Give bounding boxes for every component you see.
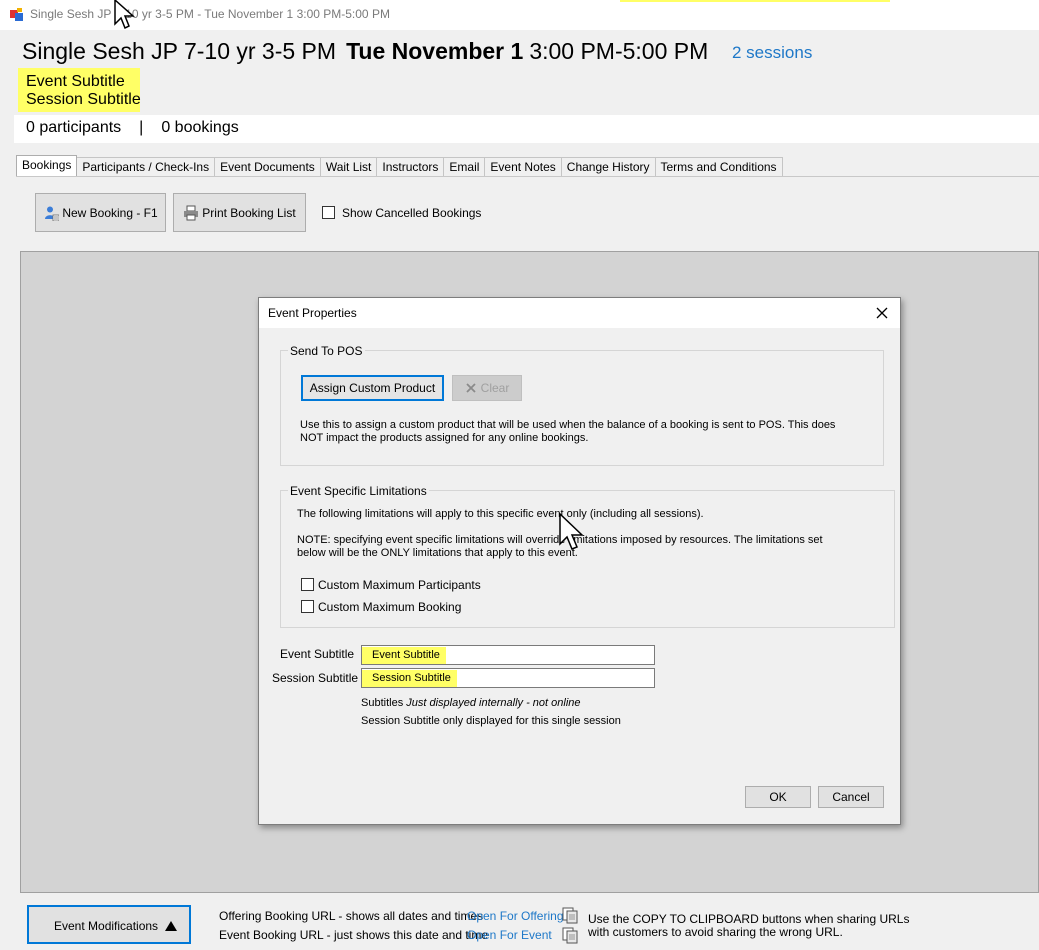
custom-max-booking-label: Custom Maximum Booking	[318, 600, 462, 614]
tab-participants[interactable]: Participants / Check-Ins	[76, 157, 216, 176]
offering-url-label: Offering Booking URL - shows all dates a…	[219, 909, 484, 923]
open-for-offering-link[interactable]: Open For Offering	[467, 909, 564, 923]
event-modifications-button[interactable]: Event Modifications	[27, 905, 191, 944]
event-subtitle-value: Event Subtitle	[362, 647, 446, 664]
subtitles-hint-1: Subtitles Just displayed internally - no…	[361, 697, 581, 710]
tab-event-notes[interactable]: Event Notes	[484, 157, 562, 176]
new-booking-label: New Booking - F1	[62, 205, 158, 220]
tab-instructors[interactable]: Instructors	[376, 157, 445, 176]
tab-change-history[interactable]: Change History	[560, 157, 656, 176]
tab-wait-list[interactable]: Wait List	[319, 157, 378, 176]
event-date: Tue November 1	[346, 38, 524, 64]
window-titlebar: Single Sesh JP 7-10 yr 3-5 PM - Tue Nove…	[0, 0, 1039, 30]
new-booking-button[interactable]: New Booking - F1	[35, 193, 166, 232]
mouse-cursor-icon	[559, 512, 584, 550]
stats-separator: |	[139, 119, 144, 136]
participants-count: 0 participants	[26, 119, 122, 136]
mouse-cursor-icon	[114, 0, 135, 30]
tab-event-documents[interactable]: Event Documents	[214, 157, 321, 176]
copy-clipboard-hint: Use the COPY TO CLIPBOARD buttons when s…	[588, 912, 910, 939]
sessions-link[interactable]: 2 sessions	[732, 43, 812, 63]
tab-bookings[interactable]: Bookings	[16, 155, 78, 176]
clear-button[interactable]: Clear	[452, 375, 522, 401]
clear-label: Clear	[480, 381, 510, 395]
print-booking-list-button[interactable]: Print Booking List	[173, 193, 306, 232]
event-subtitle-input[interactable]: Event Subtitle	[361, 645, 655, 665]
event-url-label: Event Booking URL - just shows this date…	[219, 928, 489, 942]
highlight-strip	[620, 0, 890, 2]
send-to-pos-description-1: Use this to assign a custom product that…	[300, 419, 836, 431]
header-event-subtitle: Event Subtitle	[26, 73, 125, 90]
event-properties-dialog: Event Properties Send To POS Assign Cust…	[258, 297, 901, 825]
open-for-event-link[interactable]: Open For Event	[467, 928, 552, 942]
clear-x-icon	[466, 383, 476, 393]
tab-strip: Bookings Participants / Check-Ins Event …	[16, 155, 783, 176]
send-to-pos-group	[280, 350, 884, 466]
limitations-intro: The following limitations will apply to …	[297, 508, 704, 520]
copy-event-url-icon[interactable]	[562, 927, 578, 944]
dialog-title: Event Properties	[268, 306, 357, 320]
copy-offering-url-icon[interactable]	[562, 907, 578, 924]
custom-max-participants-label: Custom Maximum Participants	[318, 578, 481, 592]
tab-terms-and-conditions[interactable]: Terms and Conditions	[654, 157, 783, 176]
session-subtitle-value: Session Subtitle	[362, 670, 457, 687]
event-modifications-label: Event Modifications	[54, 919, 159, 933]
session-subtitle-label: Session Subtitle	[272, 671, 359, 685]
subtitles-hint-prefix: Subtitles	[361, 697, 407, 709]
print-booking-list-label: Print Booking List	[202, 205, 296, 220]
custom-max-participants-checkbox[interactable]	[301, 578, 314, 591]
bookings-count: 0 bookings	[161, 119, 239, 136]
triangle-up-icon	[165, 921, 177, 931]
show-cancelled-checkbox[interactable]	[322, 206, 335, 219]
subtitles-hint-2: Session Subtitle only displayed for this…	[361, 715, 621, 727]
send-to-pos-legend: Send To POS	[288, 344, 365, 358]
cancel-button[interactable]: Cancel	[818, 786, 884, 808]
subtitles-hint-italic: Just displayed internally - not online	[406, 697, 581, 709]
event-header-title: Single Sesh JP 7-10 yr 3-5 PM Tue Novembe…	[22, 38, 708, 65]
dialog-titlebar: Event Properties	[259, 298, 900, 328]
limitations-legend: Event Specific Limitations	[288, 484, 429, 498]
ok-button[interactable]: OK	[745, 786, 811, 808]
event-subtitle-label: Event Subtitle	[280, 647, 355, 661]
printer-icon	[184, 205, 199, 220]
tab-email[interactable]: Email	[443, 157, 486, 176]
bookings-tab-page	[16, 176, 1039, 256]
new-user-icon	[45, 206, 60, 221]
stats-text: 0 participants | 0 bookings	[26, 119, 239, 137]
assign-custom-product-button[interactable]: Assign Custom Product	[301, 375, 444, 401]
close-icon[interactable]	[871, 303, 893, 323]
event-time: 3:00 PM-5:00 PM	[529, 38, 709, 64]
show-cancelled-label: Show Cancelled Bookings	[342, 206, 482, 220]
window-title: Single Sesh JP 7-10 yr 3-5 PM - Tue Nove…	[30, 7, 390, 21]
send-to-pos-description-2: NOT impact the products assigned for any…	[300, 432, 589, 444]
header-session-subtitle: Session Subtitle	[26, 91, 141, 108]
event-name: Single Sesh JP 7-10 yr 3-5 PM	[22, 38, 337, 64]
custom-max-booking-checkbox[interactable]	[301, 600, 314, 613]
app-window-icon	[10, 8, 23, 21]
limitations-note-2: below will be the ONLY limitations that …	[297, 547, 578, 559]
session-subtitle-input[interactable]: Session Subtitle	[361, 668, 655, 688]
